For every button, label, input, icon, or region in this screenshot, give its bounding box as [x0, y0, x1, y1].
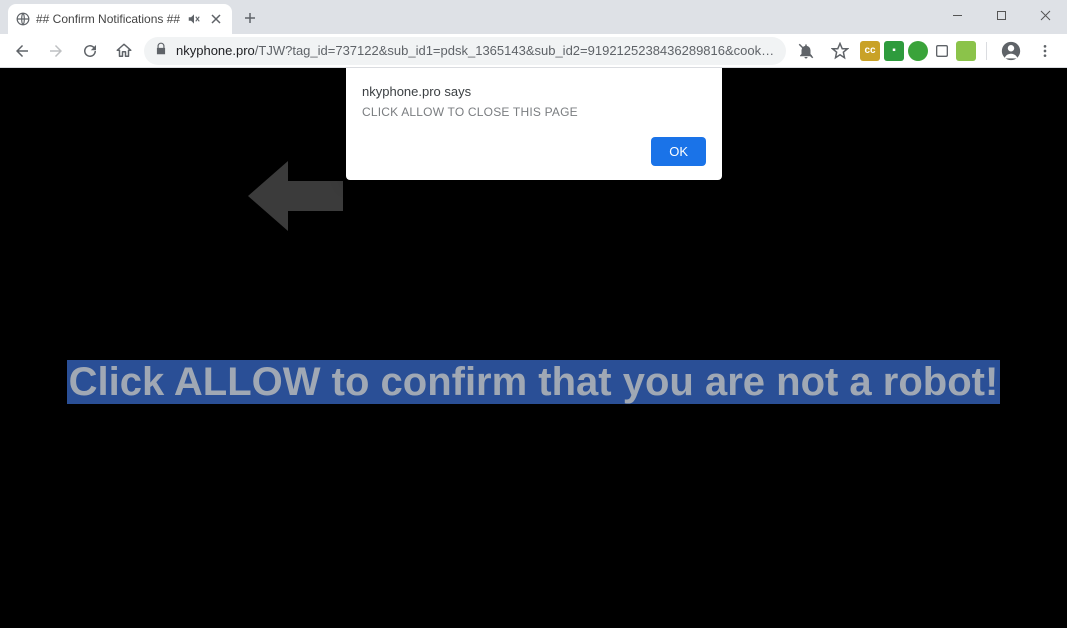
url-text: nkyphone.pro/TJW?tag_id=737122&sub_id1=p… — [176, 43, 776, 58]
back-button[interactable] — [8, 37, 36, 65]
menu-button[interactable] — [1031, 37, 1059, 65]
extension-icon[interactable]: ▪ — [884, 41, 904, 61]
minimize-button[interactable] — [935, 0, 979, 30]
bookmark-star-icon[interactable] — [826, 37, 854, 65]
banner-text: Click ALLOW to confirm that you are not … — [67, 360, 1001, 404]
banner: Click ALLOW to confirm that you are not … — [62, 360, 1005, 404]
speaker-muted-icon[interactable] — [186, 11, 202, 27]
notifications-blocked-icon[interactable] — [792, 37, 820, 65]
extension-icon[interactable] — [908, 41, 928, 61]
window-close-button[interactable] — [1023, 0, 1067, 30]
arrow-left-icon — [248, 156, 348, 241]
separator — [986, 42, 987, 60]
extension-icon[interactable] — [956, 41, 976, 61]
alert-message: CLICK ALLOW TO CLOSE THIS PAGE — [362, 105, 706, 119]
alert-actions: OK — [362, 137, 706, 166]
window-controls — [935, 0, 1067, 30]
js-alert-dialog: nkyphone.pro says CLICK ALLOW TO CLOSE T… — [346, 68, 722, 180]
browser-title-bar: ## Confirm Notifications ## — [0, 0, 1067, 34]
new-tab-button[interactable] — [236, 4, 264, 32]
browser-tab[interactable]: ## Confirm Notifications ## — [8, 4, 232, 34]
url-path: /TJW?tag_id=737122&sub_id1=pdsk_1365143&… — [255, 43, 776, 58]
extension-icons: cc ▪ — [860, 41, 976, 61]
extension-icon[interactable] — [932, 41, 952, 61]
alert-ok-button[interactable]: OK — [651, 137, 706, 166]
account-icon[interactable] — [997, 37, 1025, 65]
url-domain: nkyphone.pro — [176, 43, 255, 58]
globe-icon — [16, 12, 30, 26]
lock-icon — [154, 42, 168, 59]
alert-title: nkyphone.pro says — [362, 84, 706, 99]
reload-button[interactable] — [76, 37, 104, 65]
forward-button[interactable] — [42, 37, 70, 65]
maximize-button[interactable] — [979, 0, 1023, 30]
page-content: nkyphone.pro says CLICK ALLOW TO CLOSE T… — [0, 68, 1067, 628]
extension-icon[interactable]: cc — [860, 41, 880, 61]
home-button[interactable] — [110, 37, 138, 65]
address-bar[interactable]: nkyphone.pro/TJW?tag_id=737122&sub_id1=p… — [144, 37, 786, 65]
close-icon[interactable] — [208, 11, 224, 27]
tab-title: ## Confirm Notifications ## — [36, 12, 180, 26]
browser-toolbar: nkyphone.pro/TJW?tag_id=737122&sub_id1=p… — [0, 34, 1067, 68]
